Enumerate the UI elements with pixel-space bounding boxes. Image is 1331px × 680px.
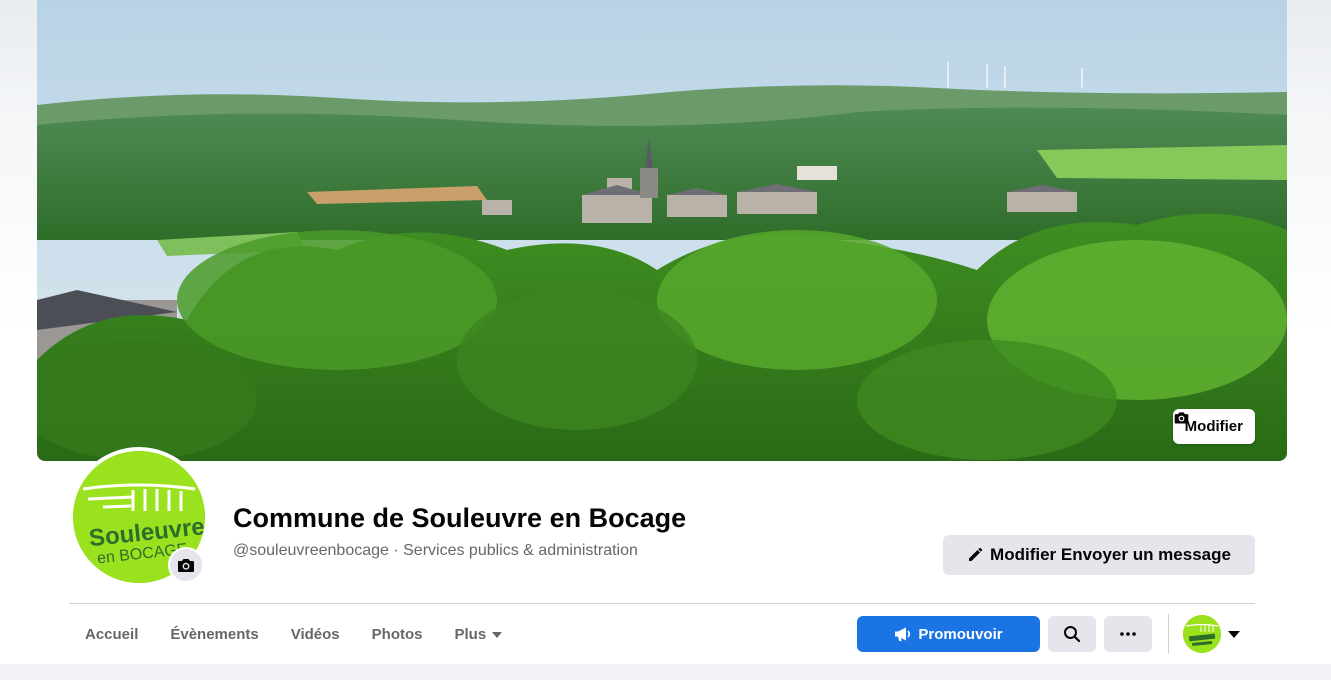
cover-edit-label: Modifier <box>1184 418 1243 435</box>
tab-photos[interactable]: Photos <box>356 613 439 655</box>
tab-videos[interactable]: Vidéos <box>275 613 356 655</box>
profile-switcher[interactable] <box>1183 614 1240 654</box>
edit-send-message-button[interactable]: Modifier Envoyer un message <box>943 535 1255 575</box>
viaduct-logo-icon <box>1183 615 1221 653</box>
page-title: Commune de Souleuvre en Bocage <box>233 503 687 533</box>
tab-plus[interactable]: Plus <box>439 613 519 655</box>
tab-label: Évènements <box>170 625 259 643</box>
cover-photo[interactable]: Modifier <box>37 0 1287 461</box>
tab-accueil[interactable]: Accueil <box>69 613 154 655</box>
profile-camera-button[interactable] <box>168 547 204 583</box>
more-options-button[interactable] <box>1104 616 1152 652</box>
tab-label: Plus <box>454 625 487 643</box>
toolbar-separator <box>1168 614 1169 654</box>
camera-icon <box>1174 412 1188 424</box>
tab-evenements[interactable]: Évènements <box>154 613 274 655</box>
more-icon <box>1120 632 1136 636</box>
megaphone-icon <box>895 627 911 641</box>
tab-label: Vidéos <box>290 625 340 643</box>
camera-icon <box>178 559 194 572</box>
caret-down-icon <box>1228 630 1240 638</box>
page-subtitle: @souleuvreenbocage · Services publics & … <box>233 542 638 559</box>
promote-label: Promouvoir <box>918 625 1003 643</box>
caret-down-icon <box>492 631 503 638</box>
page-background <box>0 664 1331 680</box>
tab-label: Accueil <box>85 625 139 643</box>
tab-label: Photos <box>371 625 423 643</box>
header-divider <box>69 603 1255 604</box>
pencil-icon <box>969 547 983 561</box>
avatar <box>1183 615 1221 653</box>
cover-landscape <box>37 0 1287 461</box>
search-icon <box>1064 626 1081 643</box>
cover-edit-button[interactable]: Modifier <box>1172 409 1255 444</box>
page-nav-tabs: Accueil Évènements Vidéos Photos Plus <box>69 613 518 655</box>
edit-send-message-label: Modifier Envoyer un message <box>990 545 1231 564</box>
promote-button[interactable]: Promouvoir <box>857 616 1040 652</box>
search-button[interactable] <box>1048 616 1096 652</box>
